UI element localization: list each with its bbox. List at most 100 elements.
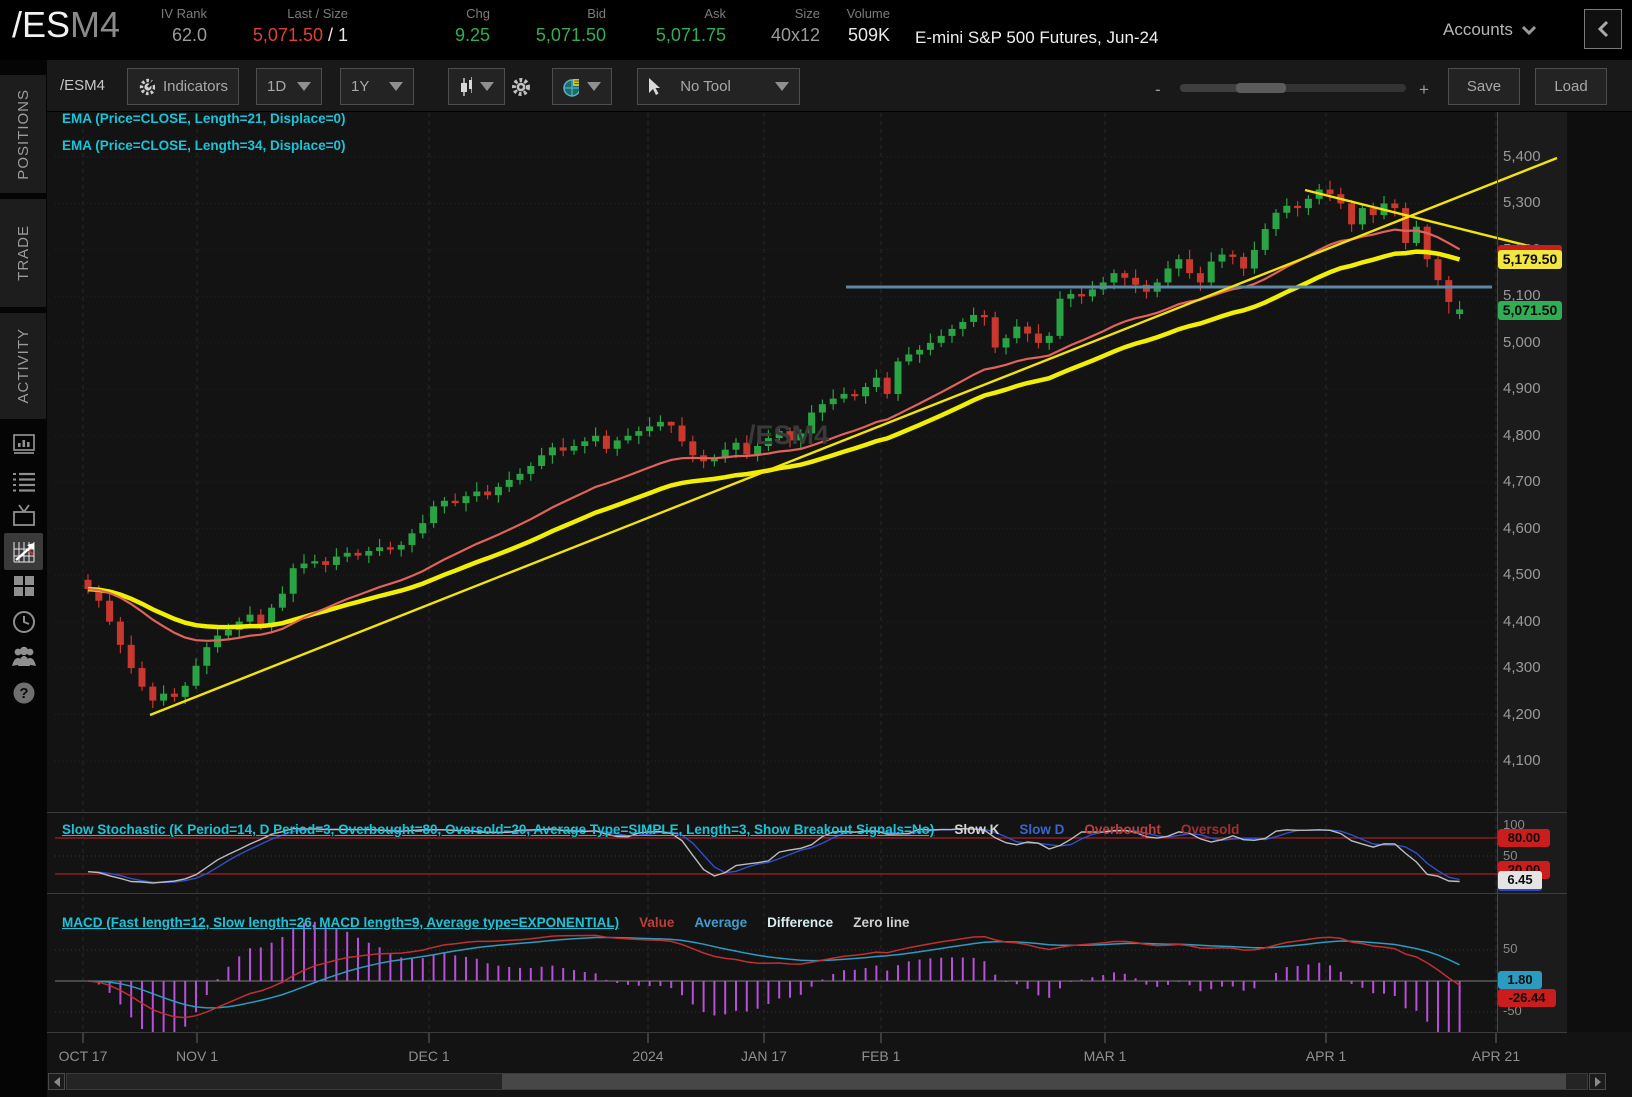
- iv-rank-value: 62.0: [171, 25, 207, 45]
- stoch-legend-overbought: Overbought: [1084, 822, 1161, 837]
- price-tick-label: 4,700: [1503, 473, 1541, 491]
- tv-icon[interactable]: [9, 501, 39, 531]
- time-tick-label: JAN 17: [741, 1048, 787, 1064]
- stoch-current-bubble: 6.45: [1498, 871, 1542, 891]
- load-button[interactable]: Load: [1535, 68, 1607, 105]
- zoom-slider-thumb[interactable]: [1236, 83, 1286, 93]
- accounts-label: Accounts: [1443, 20, 1513, 39]
- drawing-tool-dropdown[interactable]: No Tool: [637, 68, 800, 105]
- charts-icon[interactable]: [4, 533, 43, 570]
- svg-text:?: ?: [19, 685, 28, 702]
- stoch-legend-oversold: Oversold: [1180, 822, 1240, 837]
- timeframe-dropdown[interactable]: 1D: [256, 68, 322, 105]
- horizontal-scrollbar-thumb[interactable]: [502, 1074, 1566, 1089]
- symbol-title: /ESM4: [12, 4, 120, 46]
- style-dropdown[interactable]: [552, 68, 612, 105]
- bid-value: 5,071.50: [535, 25, 606, 45]
- sidebar-tab-positions[interactable]: POSITIONS: [0, 75, 46, 193]
- apps-grid-icon[interactable]: [9, 571, 39, 601]
- ema21-study-label[interactable]: EMA (Price=CLOSE, Length=21, Displace=0): [62, 111, 345, 126]
- price-tick-label: 4,100: [1503, 752, 1541, 769]
- price-tick-label: 5,000: [1503, 333, 1541, 351]
- time-tick-label: NOV 1: [175, 1048, 219, 1064]
- size-label: Size: [794, 6, 820, 21]
- sidebar-tab-trade[interactable]: TRADE: [0, 199, 46, 307]
- volume-value: 509K: [847, 25, 890, 45]
- save-button[interactable]: Save: [1448, 68, 1520, 105]
- price-tick-label: 4,900: [1503, 380, 1541, 398]
- price-tick-label: 4,500: [1503, 566, 1541, 584]
- stoch-study-title[interactable]: Slow Stochastic (K Period=14, D Period=3…: [62, 822, 934, 837]
- chart-watermark: /ESM4: [748, 420, 830, 450]
- zoom-out-button[interactable]: -: [1155, 80, 1161, 100]
- macd-average-bubble: 1.80: [1498, 971, 1542, 989]
- price-tick-label: 5,300: [1503, 194, 1541, 212]
- last-size-suffix: / 1: [322, 25, 348, 45]
- time-tick-label: APR 21: [1471, 1048, 1521, 1064]
- toolbar-symbol: /ESM4: [60, 77, 106, 94]
- chart-settings-button[interactable]: [510, 76, 532, 103]
- range-dropdown[interactable]: 1Y: [340, 68, 414, 105]
- triangle-left-icon: [53, 1076, 60, 1087]
- indicators-icon: [139, 78, 155, 95]
- zoom-in-button[interactable]: +: [1419, 80, 1429, 100]
- time-tick-label: MAR 1: [1083, 1048, 1127, 1064]
- field-ask: Ask 5,071.75: [636, 6, 726, 46]
- drawing-tool-value: No Tool: [680, 78, 731, 95]
- history-clock-icon[interactable]: [9, 607, 39, 637]
- trading-platform: /ESM4 IV Rank 62.0 Last / Size 5,071.50 …: [0, 0, 1632, 1097]
- last-price-bubble: 5,071.50: [1498, 301, 1562, 320]
- field-size: Size 40x12: [752, 6, 820, 46]
- pane-divider-stoch-macd[interactable]: [47, 893, 1567, 894]
- field-volume: Volume 509K: [828, 6, 890, 46]
- indicators-button[interactable]: Indicators: [127, 68, 239, 105]
- macd-legend-zeroline: Zero line: [853, 915, 910, 930]
- chevron-down-icon: [389, 82, 403, 91]
- zoom-slider[interactable]: [1180, 83, 1406, 93]
- accounts-dropdown[interactable]: Accounts: [1443, 20, 1537, 40]
- sidebar-tab-activity[interactable]: ACTIVITY: [0, 313, 46, 419]
- news-report-icon[interactable]: [9, 429, 39, 459]
- price-tick-label: 5,400: [1503, 148, 1541, 165]
- gear-icon: [512, 78, 530, 96]
- macd-study-title[interactable]: MACD (Fast length=12, Slow length=26, MA…: [62, 915, 619, 930]
- time-tick-label: DEC 1: [408, 1048, 450, 1064]
- price-tick-label: 4,800: [1503, 426, 1541, 444]
- timeframe-value: 1D: [267, 78, 287, 95]
- watchlist-icon[interactable]: [9, 467, 39, 497]
- cursor-icon: [649, 77, 660, 95]
- contract-description: E-mini S&P 500 Futures, Jun-24: [915, 28, 1159, 47]
- pane-divider-macd-axis: [47, 1032, 1567, 1033]
- iv-rank-label: IV Rank: [160, 6, 207, 21]
- style-globe-icon: [563, 78, 579, 97]
- chart-type-dropdown[interactable]: [448, 68, 505, 105]
- stoch-overbought-bubble: 80.00: [1498, 829, 1550, 847]
- chevron-down-icon: [480, 82, 494, 91]
- stoch-legend-slowd: Slow D: [1019, 822, 1065, 837]
- chart-canvas[interactable]: [47, 60, 1632, 1097]
- price-tick-label: 4,600: [1503, 519, 1541, 537]
- last-size-label: Last / Size: [287, 6, 348, 21]
- size-value: 40x12: [770, 25, 820, 45]
- field-last-size: Last / Size 5,071.50 / 1: [228, 6, 348, 46]
- field-bid: Bid 5,071.50: [516, 6, 606, 46]
- indicators-label: Indicators: [162, 78, 228, 95]
- scroll-right-button[interactable]: [1589, 1073, 1606, 1090]
- range-value: 1Y: [351, 78, 370, 95]
- chart-toolbar: /ESM4 Indicators 1D 1Y No Tool - + Save …: [47, 60, 1632, 112]
- volume-label: Volume: [846, 6, 890, 21]
- macd-legend-value: Value: [639, 915, 675, 930]
- tab-trade-label: TRADE: [14, 225, 32, 281]
- scroll-left-button[interactable]: [48, 1073, 65, 1090]
- ema34-study-label[interactable]: EMA (Price=CLOSE, Length=34, Displace=0): [62, 138, 345, 153]
- time-tick-label: OCT 17: [58, 1048, 108, 1064]
- candlestick-type-icon: [461, 76, 472, 96]
- collapse-panel-button[interactable]: [1584, 9, 1622, 49]
- help-icon[interactable]: ?: [9, 678, 39, 708]
- time-tick-label: FEB 1: [861, 1048, 901, 1064]
- macd-legend-average: Average: [694, 915, 748, 930]
- community-icon[interactable]: [9, 642, 39, 672]
- stoch-legend-row: Slow Stochastic (K Period=14, D Period=3…: [62, 822, 1239, 837]
- pane-divider-price-stoch[interactable]: [47, 812, 1567, 813]
- symbol-suffix: M4: [70, 4, 121, 45]
